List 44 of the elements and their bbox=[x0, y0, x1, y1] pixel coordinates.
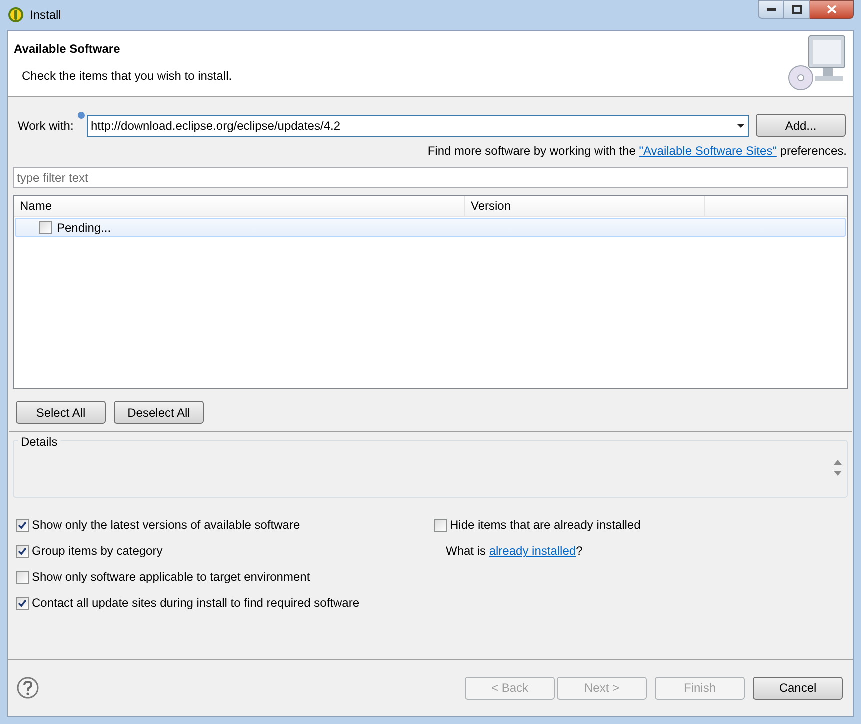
checkbox[interactable] bbox=[16, 544, 29, 558]
already-installed-link[interactable]: already installed bbox=[489, 544, 576, 558]
what-is-text: What is already installed? bbox=[446, 543, 584, 560]
wizard-button[interactable]: Cancel bbox=[753, 676, 843, 700]
info-icon bbox=[78, 112, 85, 119]
table-row[interactable]: Pending... bbox=[15, 218, 846, 237]
filter-field[interactable]: type filter text bbox=[13, 167, 848, 188]
select-all-button[interactable]: Select All bbox=[16, 401, 106, 424]
checkbox[interactable] bbox=[16, 596, 29, 610]
column-header[interactable]: Version bbox=[465, 196, 705, 216]
maximize-icon bbox=[792, 5, 802, 14]
scroll-arrows-icon bbox=[834, 459, 842, 477]
checkmark-icon bbox=[18, 546, 27, 556]
checkmark-icon bbox=[18, 520, 27, 530]
deselect-all-button[interactable]: Deselect All bbox=[114, 401, 204, 424]
add-button[interactable]: Add... bbox=[756, 114, 846, 137]
find-more-text: Find more software by working with the "Available Software Sites" preferences. bbox=[428, 143, 847, 160]
url-combo-box[interactable]: http://download.eclipse.org/eclipse/updates/4.2 bbox=[87, 114, 749, 136]
url-value: http://download.eclipse.org/eclipse/updates/4.2 bbox=[91, 118, 342, 134]
work-with-label: Work with: bbox=[18, 118, 75, 134]
checkbox[interactable] bbox=[16, 570, 29, 584]
option-label: Show only the latest versions of available software bbox=[32, 517, 300, 534]
option-label: Show only software applicable to target environment bbox=[32, 569, 310, 586]
checkbox[interactable] bbox=[39, 221, 52, 234]
checkbox[interactable] bbox=[434, 518, 447, 532]
option-label: Contact all update sites during install to find required software bbox=[32, 595, 360, 612]
app-icon bbox=[8, 7, 24, 23]
row-label: Pending... bbox=[57, 220, 112, 236]
close-button[interactable] bbox=[810, 0, 854, 19]
dropdown-arrow-icon bbox=[737, 124, 745, 128]
maximize-button[interactable] bbox=[784, 0, 810, 19]
available-sites-link[interactable]: "Available Software Sites" bbox=[639, 144, 777, 158]
option-label: Hide items that are already installed bbox=[450, 517, 641, 534]
page-subtitle: Check the items that you wish to install. bbox=[22, 68, 232, 85]
minimize-button[interactable] bbox=[758, 0, 784, 19]
option-label: Group items by category bbox=[32, 543, 163, 560]
help-icon[interactable] bbox=[17, 677, 39, 699]
close-icon bbox=[826, 5, 836, 14]
column-header[interactable]: Name bbox=[14, 196, 465, 216]
minimize-icon bbox=[766, 8, 776, 11]
page-title: Available Software bbox=[14, 41, 122, 58]
checkmark-icon bbox=[18, 598, 27, 608]
window-title: Install bbox=[30, 7, 62, 24]
checkbox[interactable] bbox=[16, 518, 29, 532]
